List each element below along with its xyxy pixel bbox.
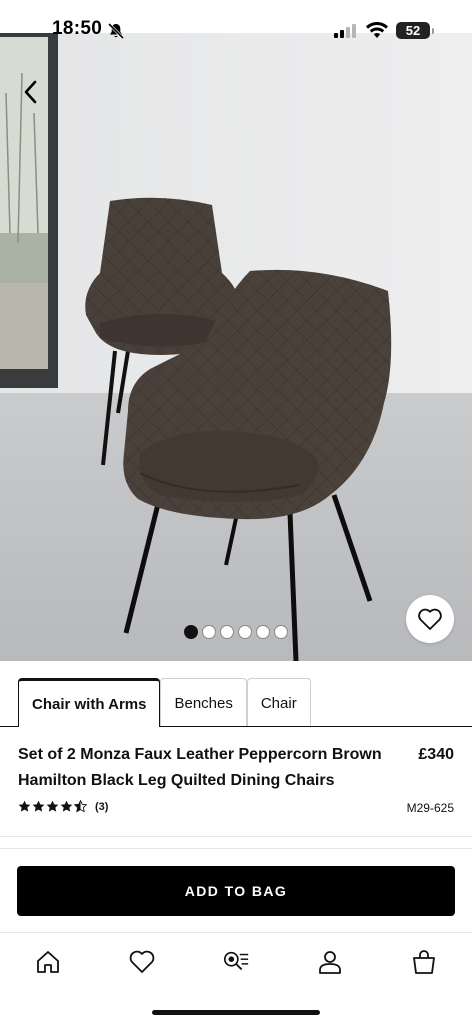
add-to-bag-button[interactable]: ADD TO BAG [17, 866, 455, 916]
star-full-icon [60, 800, 73, 812]
star-full-icon [32, 800, 45, 812]
heart-icon [129, 950, 155, 973]
chevron-left-icon[interactable] [18, 77, 44, 107]
bell-off-icon [107, 22, 125, 40]
tab-chair[interactable]: Chair [246, 678, 311, 727]
product-sku: M29-625 [406, 801, 454, 815]
account-icon [319, 951, 341, 974]
visual-search-icon [223, 951, 249, 971]
star-full-icon [46, 800, 59, 812]
section-divider [0, 848, 472, 849]
gallery-dot[interactable] [238, 625, 252, 639]
nav-favourites[interactable] [128, 948, 156, 976]
section-divider [0, 836, 472, 837]
product-rating[interactable]: (3) [18, 800, 108, 813]
nav-account[interactable] [316, 948, 344, 976]
gallery-dot[interactable] [274, 625, 288, 639]
nav-divider [0, 932, 472, 933]
review-count[interactable]: (3) [95, 801, 108, 813]
home-indicator[interactable] [152, 1010, 320, 1015]
gallery-dot[interactable] [202, 625, 216, 639]
star-rating [18, 800, 87, 813]
nav-bag[interactable] [410, 948, 438, 976]
product-photo [0, 33, 472, 661]
star-half-icon [74, 800, 87, 813]
gallery-dot[interactable] [220, 625, 234, 639]
gallery-pagination[interactable] [184, 625, 288, 639]
home-icon [37, 951, 59, 973]
bag-icon [413, 950, 435, 974]
signal-icon [334, 24, 356, 38]
product-title: Set of 2 Monza Faux Leather Peppercorn B… [18, 746, 382, 789]
status-bar: 18:50 52 [0, 0, 472, 58]
heart-outline-icon [418, 608, 442, 630]
product-image-gallery[interactable] [0, 33, 472, 661]
bottom-nav [0, 936, 472, 988]
nav-visual-search[interactable] [222, 948, 250, 976]
tab-benches[interactable]: Benches [160, 678, 247, 727]
gallery-dot[interactable] [184, 625, 198, 639]
battery-icon: 52 [396, 22, 434, 39]
tab-chair-with-arms[interactable]: Chair with Arms [18, 678, 161, 727]
favourite-button[interactable] [406, 595, 454, 643]
wifi-icon [366, 21, 388, 38]
product-price: £340 [418, 746, 454, 763]
star-full-icon [18, 800, 31, 812]
variant-tabs: Chair with Arms Benches Chair [18, 678, 311, 727]
gallery-dot[interactable] [256, 625, 270, 639]
status-time: 18:50 [52, 18, 103, 39]
nav-home[interactable] [34, 948, 62, 976]
